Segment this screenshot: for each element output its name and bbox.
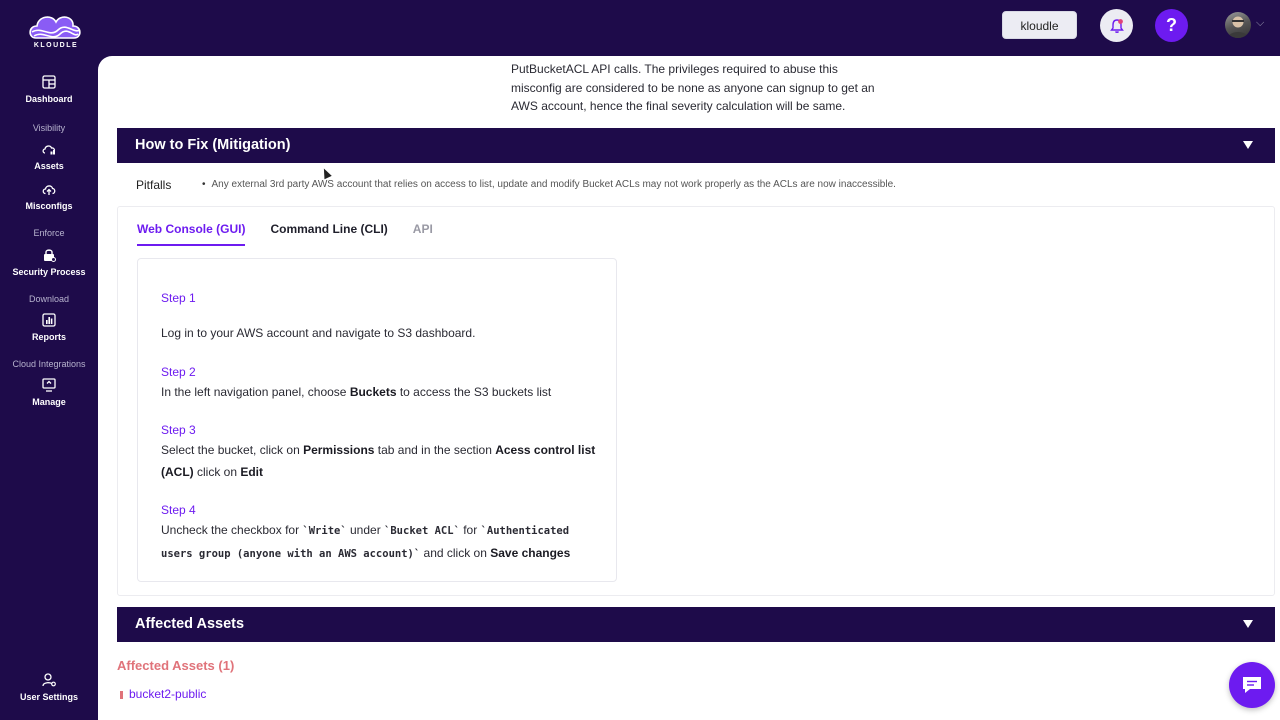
dashboard-icon: [42, 75, 56, 89]
sidebar-group-download: Download: [28, 294, 70, 304]
sidebar-item-label: Assets: [34, 161, 64, 171]
tab-web-console[interactable]: Web Console (GUI): [137, 222, 246, 246]
section-title: Affected Assets: [135, 616, 245, 632]
main-content: PutBucketACL API calls. The privileges r…: [98, 56, 1280, 720]
asset-name: bucket2-public: [129, 687, 207, 701]
sidebar-item-label: Reports: [31, 332, 66, 342]
report-chart-icon: [42, 313, 56, 327]
caret-down-icon[interactable]: [1243, 141, 1253, 149]
sidebar-item-manage[interactable]: Manage: [0, 377, 98, 407]
sidebar-item-misconfigs[interactable]: Misconfigs: [0, 181, 98, 211]
bell-icon: [1109, 18, 1124, 33]
chevron-down-icon[interactable]: ⌵: [1256, 17, 1264, 30]
cloud-upload-icon: [42, 185, 56, 195]
step-text: Select the bucket, click on Permissions …: [161, 443, 596, 479]
sidebar-item-label: User Settings: [19, 692, 79, 702]
sidebar-group-enforce: Enforce: [33, 228, 65, 238]
severity-marker: [120, 690, 123, 699]
lock-icon: [44, 249, 56, 262]
fix-method-tabs: Web Console (GUI) Command Line (CLI) API: [137, 222, 433, 246]
sidebar-item-label: Dashboard: [25, 94, 73, 104]
asset-link[interactable]: bucket2-public: [120, 687, 206, 701]
avatar-image: [1228, 16, 1248, 38]
sidebar-item-security-process[interactable]: Security Process: [0, 247, 98, 277]
step-text: In the left navigation panel, choose Buc…: [161, 385, 552, 399]
user-avatar[interactable]: [1225, 12, 1251, 38]
sidebar-group-cloud-integrations: Cloud Integrations: [12, 359, 86, 369]
chat-button[interactable]: [1229, 662, 1275, 708]
sidebar-item-user-settings[interactable]: User Settings: [0, 672, 98, 702]
affected-assets-count: Affected Assets (1): [117, 658, 235, 673]
mitigation-section-header[interactable]: How to Fix (Mitigation): [117, 128, 1275, 163]
affected-assets-section-header[interactable]: Affected Assets: [117, 607, 1275, 642]
sidebar-item-reports[interactable]: Reports: [0, 312, 98, 342]
description-text: PutBucketACL API calls. The privileges r…: [511, 62, 875, 113]
user-settings-icon: [42, 673, 56, 687]
sidebar-item-assets[interactable]: Assets: [0, 141, 98, 171]
sidebar-item-dashboard[interactable]: Dashboard: [0, 74, 98, 104]
mitigation-panel: Web Console (GUI) Command Line (CLI) API…: [117, 206, 1275, 596]
notifications-button[interactable]: [1100, 9, 1133, 42]
sidebar-group-visibility: Visibility: [32, 123, 66, 133]
tab-command-line[interactable]: Command Line (CLI): [270, 222, 387, 246]
steps-card: Step 1 Log in to your AWS account and na…: [137, 258, 617, 582]
organization-button[interactable]: kloudle: [1002, 11, 1077, 39]
step-heading: Step 4: [161, 503, 196, 517]
step-heading: Step 1: [161, 291, 196, 305]
step-heading: Step 2: [161, 365, 196, 379]
sidebar: Dashboard Visibility Assets Misconfigs E…: [0, 56, 98, 720]
help-button[interactable]: ?: [1155, 9, 1188, 42]
pitfalls-text: Any external 3rd party AWS account that …: [202, 179, 896, 190]
logo-text: KLOUDLE: [33, 42, 79, 49]
section-title: How to Fix (Mitigation): [135, 137, 291, 153]
sidebar-item-label: Manage: [32, 397, 66, 407]
cloud-assets-icon: [42, 145, 56, 155]
tab-api[interactable]: API: [413, 222, 433, 246]
chat-icon: [1243, 677, 1261, 693]
step-text: Uncheck the checkbox for `Write` under `…: [161, 523, 571, 560]
sidebar-item-label: Misconfigs: [25, 201, 73, 211]
manage-icon: [42, 378, 56, 392]
pitfalls-label: Pitfalls: [136, 178, 172, 192]
caret-down-icon[interactable]: [1243, 620, 1253, 628]
step-text: Log in to your AWS account and navigate …: [161, 326, 476, 340]
step-heading: Step 3: [161, 423, 196, 437]
top-bar: KLOUDLE kloudle ? ⌵: [0, 0, 1280, 56]
sidebar-item-label: Security Process: [12, 267, 86, 277]
